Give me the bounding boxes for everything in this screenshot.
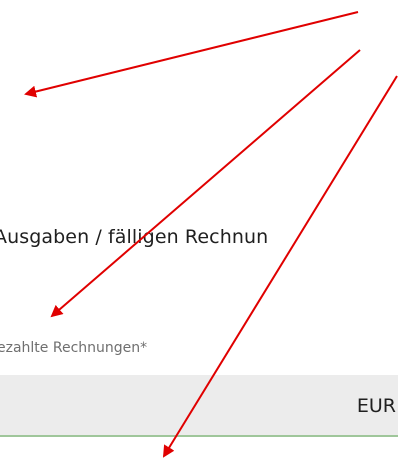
- section-heading: Ausgaben / fälligen Rechnun: [0, 226, 269, 248]
- field-label: ezahlte Rechnungen*: [0, 340, 148, 356]
- annotation-arrow-label: [50, 49, 361, 318]
- currency-label: EUR: [356, 395, 396, 417]
- annotation-arrow-top-left: [24, 11, 359, 98]
- amount-input[interactable]: EUR: [0, 375, 398, 437]
